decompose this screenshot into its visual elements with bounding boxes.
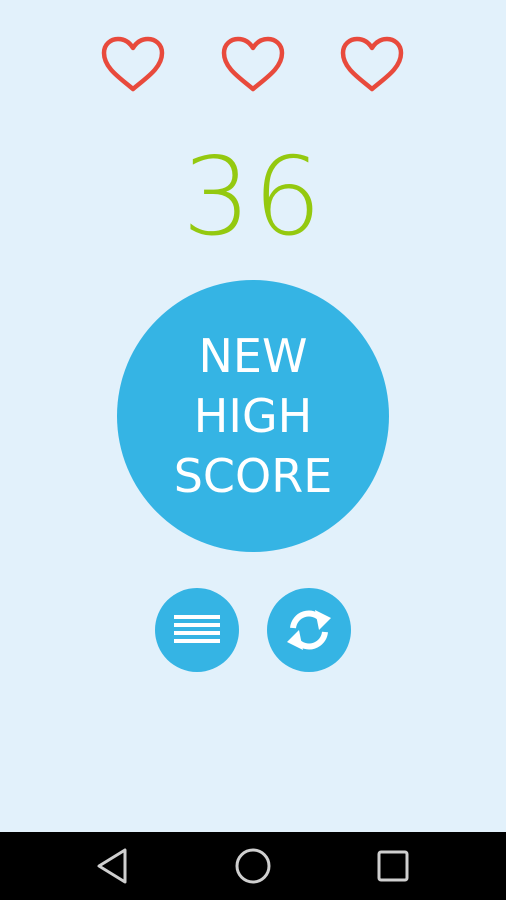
restart-button[interactable] (267, 588, 351, 672)
badge-line-2: HIGH (193, 389, 313, 443)
recents-button[interactable] (373, 846, 413, 886)
heart-icon (100, 36, 166, 94)
back-button[interactable] (92, 846, 132, 886)
heart-icon (220, 36, 286, 94)
restart-icon (287, 610, 331, 650)
back-icon (97, 848, 127, 884)
badge-line-1: NEW (198, 329, 308, 383)
menu-icon (174, 615, 220, 643)
new-high-score-badge: NEW HIGH SCORE (117, 280, 389, 552)
system-navigation-bar (0, 832, 506, 900)
game-over-screen: 36 NEW HIGH SCORE (0, 0, 506, 832)
lives-row (0, 36, 506, 94)
recents-icon (377, 850, 409, 882)
score-value: 36 (182, 135, 324, 260)
heart-icon (339, 36, 405, 94)
home-button[interactable] (233, 846, 273, 886)
home-icon (235, 848, 271, 884)
menu-button[interactable] (155, 588, 239, 672)
badge-line-3: SCORE (173, 449, 333, 503)
